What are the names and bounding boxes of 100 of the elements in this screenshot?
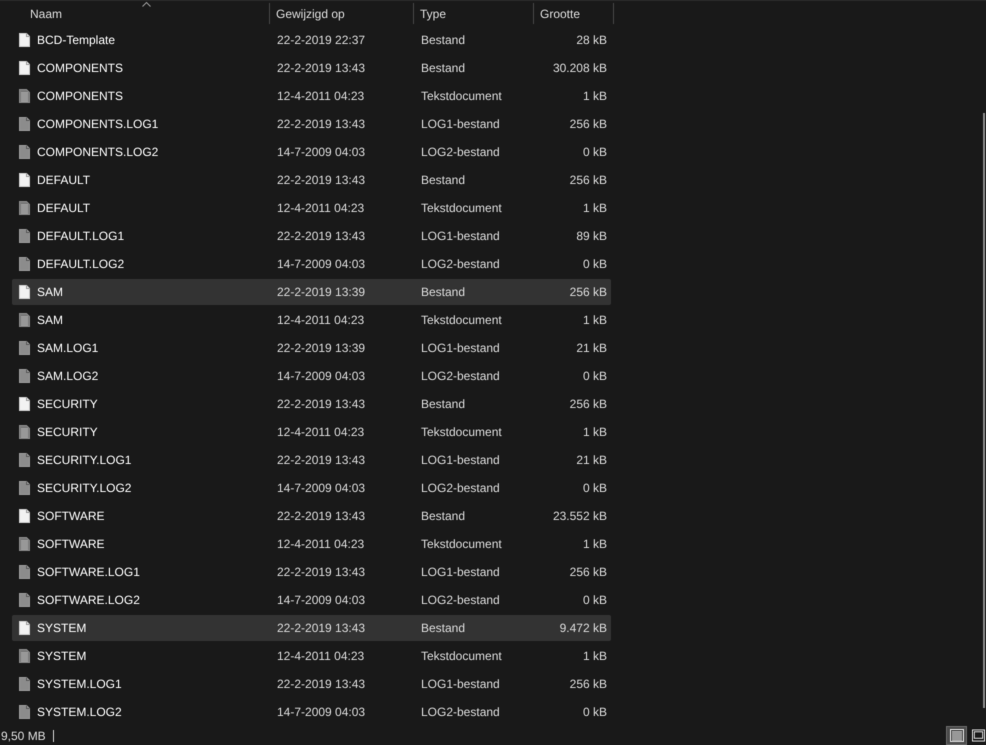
file-name: SAM <box>37 284 64 301</box>
file-size: 23.552 kB <box>552 508 607 525</box>
file-row[interactable]: SECURITY 22-2-2019 13:43 Bestand 256 kB <box>12 391 611 417</box>
file-row[interactable]: DEFAULT 22-2-2019 13:43 Bestand 256 kB <box>12 167 611 193</box>
file-type: LOG2-bestand <box>421 369 500 383</box>
file-row[interactable]: SYSTEM.LOG2 14-7-2009 04:03 LOG2-bestand 0 kB <box>12 699 611 725</box>
file-row[interactable]: SYSTEM.LOG1 22-2-2019 13:43 LOG1-bestand 256 kB <box>12 671 611 697</box>
file-row[interactable]: DEFAULT.LOG1 22-2-2019 13:43 LOG1-bestand 89 kB <box>12 223 611 249</box>
file-type: LOG2-bestand <box>421 481 500 495</box>
details-view-button[interactable] <box>946 726 967 745</box>
file-type: LOG2-bestand <box>421 593 500 607</box>
file-type: LOG1-bestand <box>421 677 500 691</box>
text-document-icon <box>19 649 30 663</box>
file-name: SYSTEM.LOG1 <box>37 676 122 693</box>
file-icon <box>19 285 30 299</box>
file-size: 256 kB <box>570 676 607 693</box>
file-row[interactable]: SECURITY.LOG2 14-7-2009 04:03 LOG2-bestand 0 kB <box>12 475 611 501</box>
file-row[interactable]: SAM 12-4-2011 04:23 Tekstdocument 1 kB <box>12 307 611 333</box>
file-type: Tekstdocument <box>421 537 502 551</box>
column-header[interactable]: Grootte <box>534 1 613 26</box>
file-type: Tekstdocument <box>421 89 502 103</box>
scrollbar-thumb[interactable] <box>983 113 985 708</box>
file-name: DEFAULT <box>37 200 90 217</box>
file-icon <box>19 677 30 691</box>
file-icon <box>19 369 30 383</box>
file-size: 0 kB <box>582 480 607 497</box>
modified-date: 22-2-2019 13:43 <box>277 677 366 691</box>
file-size: 89 kB <box>576 228 607 245</box>
modified-date: 12-4-2011 04:23 <box>277 201 364 215</box>
file-size: 0 kB <box>582 256 607 273</box>
file-icon <box>19 229 30 243</box>
file-row[interactable]: SYSTEM 12-4-2011 04:23 Tekstdocument 1 kB <box>12 643 611 669</box>
details-view-icon <box>950 729 964 742</box>
file-row[interactable]: SYSTEM 22-2-2019 13:43 Bestand 9.472 kB <box>12 615 611 641</box>
file-name: SOFTWARE.LOG1 <box>37 564 140 581</box>
file-row[interactable]: SOFTWARE 22-2-2019 13:43 Bestand 23.552 kB <box>12 503 611 529</box>
file-type: Bestand <box>421 173 466 187</box>
file-size: 1 kB <box>582 88 607 105</box>
file-row[interactable]: SOFTWARE.LOG1 22-2-2019 13:43 LOG1-bestand 256 kB <box>12 559 611 585</box>
file-size: 256 kB <box>570 284 607 301</box>
file-name: SAM <box>37 312 64 329</box>
file-type: LOG2-bestand <box>421 257 500 271</box>
modified-date: 14-7-2009 04:03 <box>277 481 366 495</box>
modified-date: 22-2-2019 13:43 <box>277 173 366 187</box>
file-name: SECURITY <box>37 424 98 441</box>
file-row[interactable]: COMPONENTS 22-2-2019 13:43 Bestand 30.208 kB <box>12 55 611 81</box>
file-row[interactable]: COMPONENTS.LOG2 14-7-2009 04:03 LOG2-bestand 0 kB <box>12 139 611 165</box>
modified-date: 22-2-2019 13:43 <box>277 565 366 579</box>
column-header[interactable]: Gewijzigd op <box>270 1 413 26</box>
file-icon <box>19 117 30 131</box>
modified-date: 12-4-2011 04:23 <box>277 649 364 663</box>
file-name: SOFTWARE <box>37 536 105 553</box>
file-name: DEFAULT.LOG1 <box>37 228 124 245</box>
file-row[interactable]: SAM.LOG1 22-2-2019 13:39 LOG1-bestand 21 kB <box>12 335 611 361</box>
file-row[interactable]: SOFTWARE.LOG2 14-7-2009 04:03 LOG2-bestand 0 kB <box>12 587 611 613</box>
modified-date: 22-2-2019 13:43 <box>277 229 366 243</box>
file-row[interactable]: COMPONENTS 12-4-2011 04:23 Tekstdocument 1 kB <box>12 83 611 109</box>
file-name: COMPONENTS.LOG1 <box>37 116 158 133</box>
modified-date: 22-2-2019 13:43 <box>277 509 366 523</box>
file-icon <box>19 453 30 467</box>
file-size: 9.472 kB <box>560 620 607 637</box>
modified-date: 22-2-2019 13:43 <box>277 61 366 75</box>
text-document-icon <box>19 537 30 551</box>
file-row[interactable]: COMPONENTS.LOG1 22-2-2019 13:43 LOG1-bestand 256 kB <box>12 111 611 137</box>
file-row[interactable]: SOFTWARE 12-4-2011 04:23 Tekstdocument 1 kB <box>12 531 611 557</box>
file-size: 256 kB <box>570 116 607 133</box>
file-icon <box>19 565 30 579</box>
file-row[interactable]: SECURITY 12-4-2011 04:23 Tekstdocument 1 kB <box>12 419 611 445</box>
file-icon <box>19 145 30 159</box>
file-icon <box>19 705 30 719</box>
file-row[interactable]: SECURITY.LOG1 22-2-2019 13:43 LOG1-bestand 21 kB <box>12 447 611 473</box>
file-size: 256 kB <box>570 172 607 189</box>
column-header[interactable]: Naam <box>0 1 269 26</box>
file-row[interactable]: SAM 22-2-2019 13:39 Bestand 256 kB <box>12 279 611 305</box>
modified-date: 14-7-2009 04:03 <box>277 369 366 383</box>
file-type: LOG2-bestand <box>421 145 500 159</box>
file-type: Bestand <box>421 285 466 299</box>
file-size: 0 kB <box>582 368 607 385</box>
file-row[interactable]: BCD-Template 22-2-2019 22:37 Bestand 28 kB <box>12 27 611 53</box>
file-row[interactable]: DEFAULT 12-4-2011 04:23 Tekstdocument 1 kB <box>12 195 611 221</box>
file-name: BCD-Template <box>37 32 116 49</box>
modified-date: 12-4-2011 04:23 <box>277 313 364 327</box>
modified-date: 12-4-2011 04:23 <box>277 537 364 551</box>
file-type: LOG1-bestand <box>421 341 500 355</box>
text-document-icon <box>19 201 30 215</box>
file-size: 256 kB <box>570 396 607 413</box>
file-type: LOG2-bestand <box>421 705 500 719</box>
column-header[interactable]: Type <box>414 1 533 26</box>
file-size: 0 kB <box>582 704 607 721</box>
file-row[interactable]: SAM.LOG2 14-7-2009 04:03 LOG2-bestand 0 kB <box>12 363 611 389</box>
file-type: LOG1-bestand <box>421 229 500 243</box>
file-type: Bestand <box>421 397 466 411</box>
file-type: LOG1-bestand <box>421 117 500 131</box>
file-type: Bestand <box>421 509 466 523</box>
text-document-icon <box>19 425 30 439</box>
modified-date: 22-2-2019 13:39 <box>277 285 366 299</box>
file-size: 1 kB <box>582 312 607 329</box>
file-type: LOG1-bestand <box>421 565 500 579</box>
file-type: Tekstdocument <box>421 313 502 327</box>
file-row[interactable]: DEFAULT.LOG2 14-7-2009 04:03 LOG2-bestand 0 kB <box>12 251 611 277</box>
